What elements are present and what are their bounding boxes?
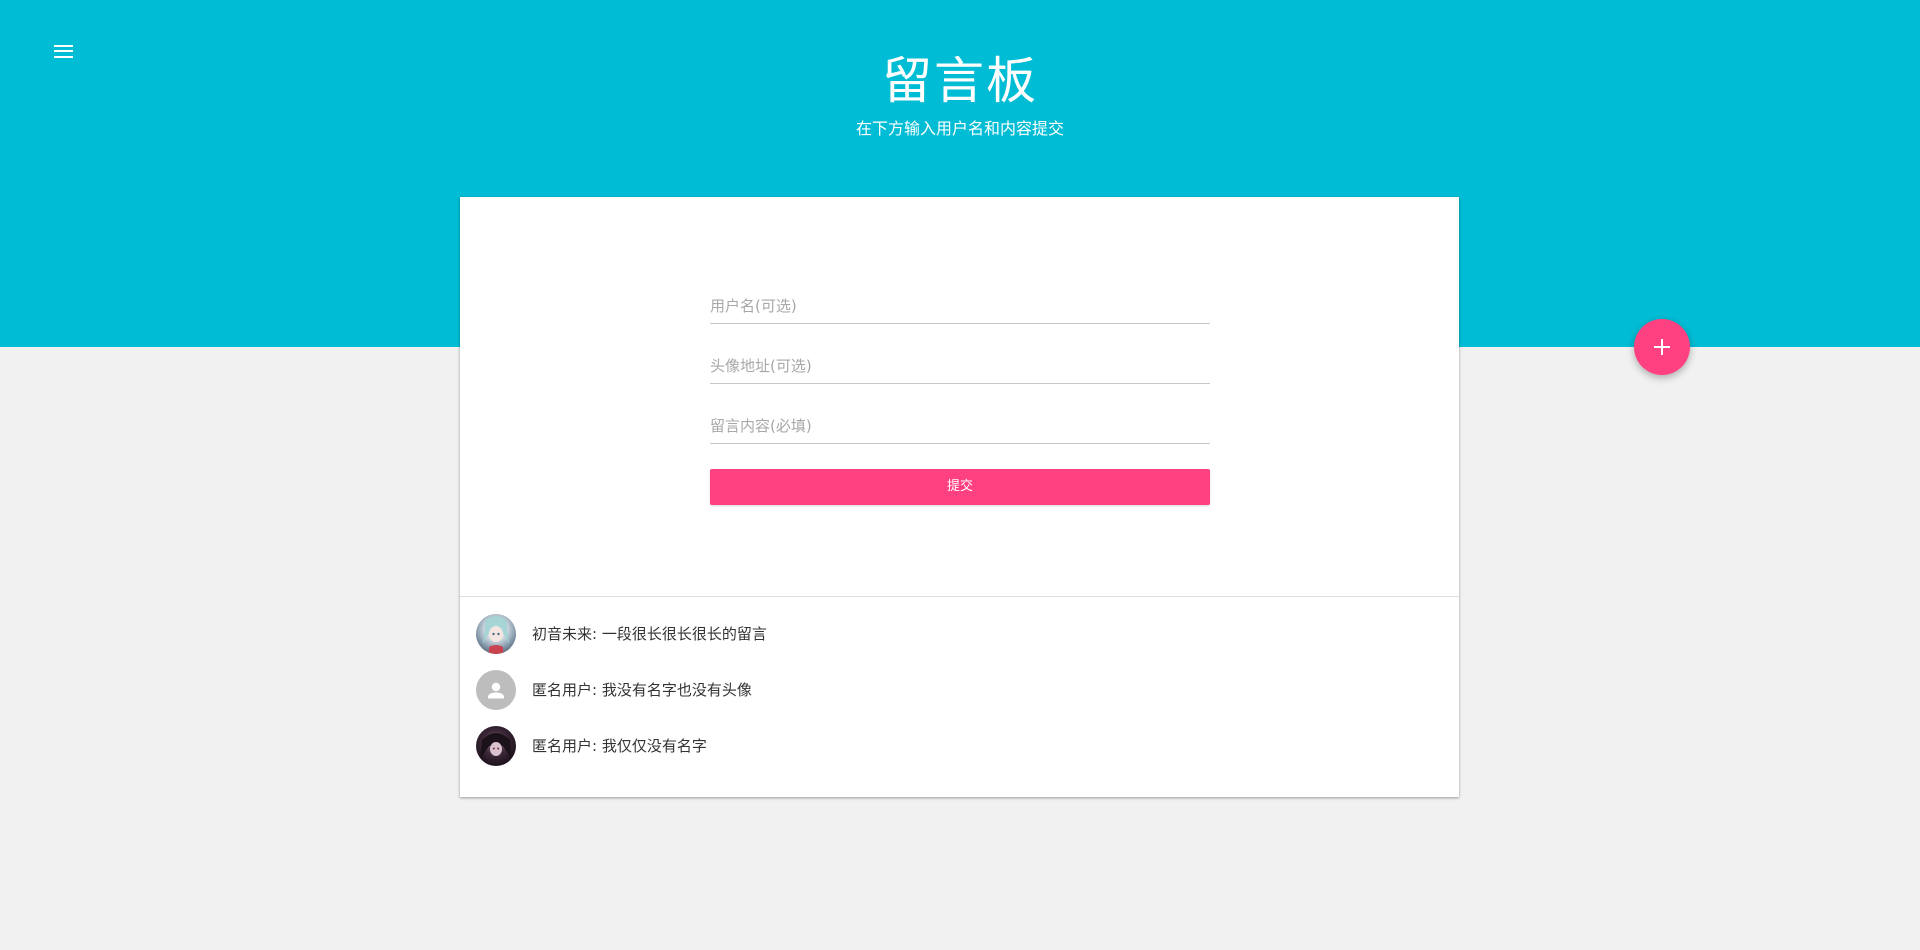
content-field-wrapper bbox=[710, 409, 1210, 444]
username-input[interactable] bbox=[710, 289, 1210, 323]
message-text: 初音未来: 一段很长很长很长的留言 bbox=[532, 625, 767, 643]
miku-avatar-image bbox=[476, 614, 516, 654]
dark-avatar-image bbox=[476, 726, 516, 766]
page-subtitle: 在下方输入用户名和内容提交 bbox=[855, 119, 1064, 138]
username-field-wrapper bbox=[710, 289, 1210, 324]
message-board-card: 提交 初音未来: 一段很长很长很长的留言 bbox=[460, 197, 1459, 797]
message-text: 匿名用户: 我仅仅没有名字 bbox=[532, 737, 707, 755]
list-item[interactable]: 匿名用户: 我仅仅没有名字 bbox=[460, 718, 1459, 774]
page-title: 留言板 bbox=[882, 52, 1038, 110]
list-item[interactable]: 匿名用户: 我没有名字也没有头像 bbox=[460, 662, 1459, 718]
default-user-icon bbox=[476, 670, 516, 710]
avatar-url-field-wrapper bbox=[710, 349, 1210, 384]
message-content-input[interactable] bbox=[710, 409, 1210, 443]
plus-icon bbox=[1654, 339, 1670, 355]
message-list: 初音未来: 一段很长很长很长的留言 匿名用户: 我没有名字也没有头像 匿名用户:… bbox=[460, 597, 1459, 797]
submit-button[interactable]: 提交 bbox=[710, 469, 1210, 505]
add-message-fab[interactable] bbox=[1634, 319, 1690, 375]
message-form: 提交 bbox=[460, 197, 1459, 597]
avatar-url-input[interactable] bbox=[710, 349, 1210, 383]
message-text: 匿名用户: 我没有名字也没有头像 bbox=[532, 681, 752, 699]
list-item[interactable]: 初音未来: 一段很长很长很长的留言 bbox=[460, 606, 1459, 662]
